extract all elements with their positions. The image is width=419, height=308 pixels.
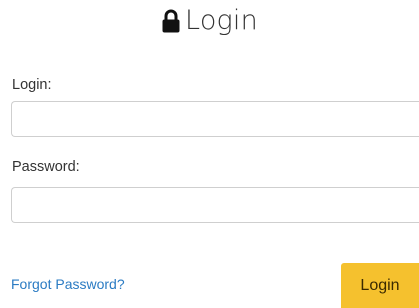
password-label: Password: xyxy=(12,159,80,175)
login-header: Login xyxy=(0,0,419,40)
login-label: Login: xyxy=(12,77,52,93)
forgot-password-link[interactable]: Forgot Password? xyxy=(11,276,125,292)
lock-icon xyxy=(161,9,181,33)
login-input[interactable] xyxy=(11,101,419,137)
page-title: Login xyxy=(185,4,258,36)
login-button[interactable]: Login xyxy=(341,263,419,308)
password-input[interactable] xyxy=(11,187,419,223)
